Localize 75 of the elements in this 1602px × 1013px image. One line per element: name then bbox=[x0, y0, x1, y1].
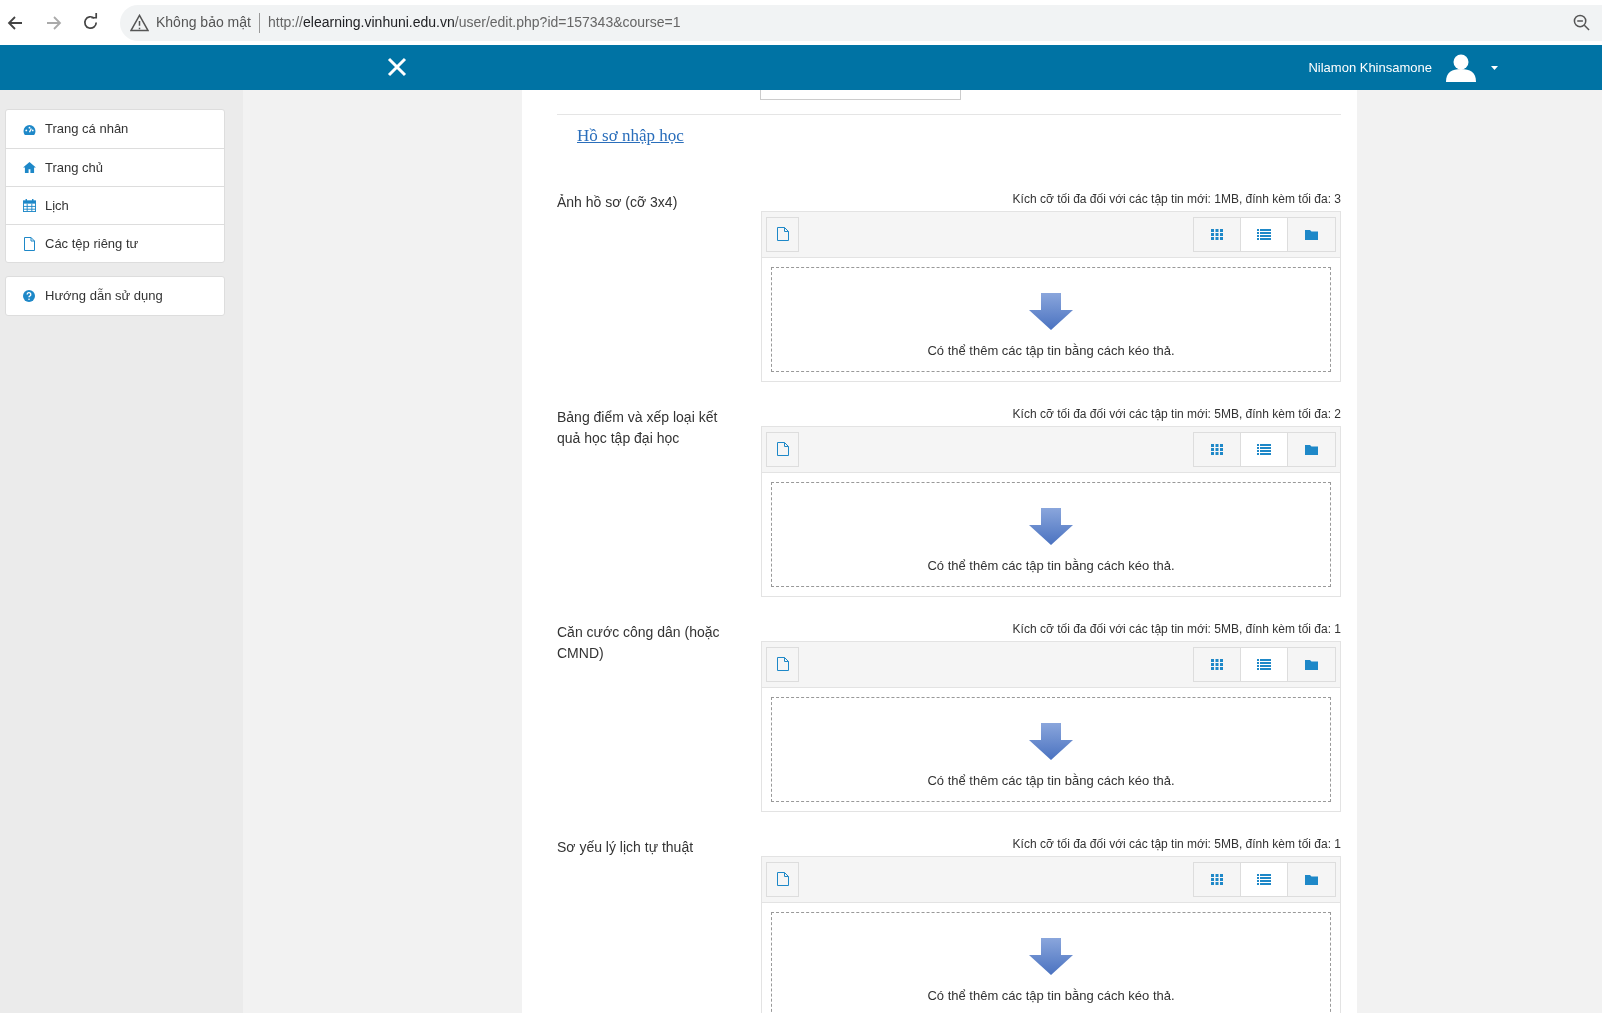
drop-zone[interactable]: Có thể thêm các tập tin bằng cách kéo thả. bbox=[771, 266, 1331, 372]
folder-icon bbox=[1305, 443, 1318, 455]
file-limit-note: Kích cỡ tối đa đối với các tập tin mới: 5MB, đính kèm tối đa: 2 bbox=[1012, 406, 1341, 422]
reload-icon[interactable] bbox=[81, 13, 100, 32]
icon-view-button[interactable] bbox=[1193, 646, 1241, 682]
sidebar-item[interactable]: Các tệp riêng tư bbox=[6, 224, 224, 262]
back-icon[interactable] bbox=[6, 13, 24, 32]
list-icon bbox=[1257, 873, 1271, 885]
icon-view-button[interactable] bbox=[1193, 861, 1241, 897]
list-view-button[interactable] bbox=[1241, 431, 1288, 467]
field-label: Căn cước công dân (hoặc CMND) bbox=[557, 622, 721, 663]
security-label: Không bảo mật bbox=[156, 13, 251, 32]
input-field[interactable] bbox=[760, 90, 961, 100]
file-icon bbox=[776, 657, 789, 671]
list-view-button[interactable] bbox=[1241, 216, 1288, 252]
file-icon bbox=[23, 236, 35, 251]
url-text[interactable]: http://elearning.vinhuni.edu.vn/user/edit.php?id=157343&course=1 bbox=[267, 12, 681, 33]
grid-icon bbox=[1211, 443, 1223, 455]
list-icon bbox=[1257, 658, 1271, 670]
grid-icon bbox=[1211, 228, 1223, 240]
sidebar-item[interactable]: Trang chủ bbox=[6, 148, 224, 186]
sidebar-item[interactable]: Trang cá nhân bbox=[6, 110, 224, 148]
list-view-button[interactable] bbox=[1241, 646, 1288, 682]
grid-icon bbox=[1211, 658, 1223, 670]
down-arrow-icon bbox=[1029, 507, 1073, 546]
sidebar-item[interactable]: Hướng dẫn sử dụng bbox=[6, 277, 224, 315]
down-arrow-icon bbox=[1029, 937, 1073, 976]
folder-icon bbox=[1305, 658, 1318, 670]
file-limit-note: Kích cỡ tối đa đối với các tập tin mới: 5MB, đính kèm tối đa: 1 bbox=[1012, 621, 1341, 637]
down-arrow-icon bbox=[1029, 722, 1073, 761]
file-icon bbox=[776, 872, 789, 886]
field-label: Bảng điểm và xếp loại kết quả học tập đại học bbox=[557, 407, 719, 448]
file-icon bbox=[776, 227, 789, 241]
home-icon bbox=[22, 162, 36, 173]
tree-view-button[interactable] bbox=[1288, 646, 1336, 682]
drop-hint: Có thể thêm các tập tin bằng cách kéo thả. bbox=[927, 771, 1175, 790]
tree-view-button[interactable] bbox=[1288, 216, 1336, 252]
field-label: Ảnh hồ sơ (cỡ 3x4) bbox=[557, 192, 679, 212]
drop-hint: Có thể thêm các tập tin bằng cách kéo thả. bbox=[927, 986, 1175, 1005]
field-label: Sơ yếu lý lịch tự thuật bbox=[557, 837, 695, 857]
section-link[interactable]: Hồ sơ nhập học bbox=[577, 123, 684, 149]
add-file-button[interactable] bbox=[766, 216, 799, 252]
address-bar[interactable]: Không bảo mật http://elearning.vinhuni.edu.vn/user/edit.php?id=157343&course=1 bbox=[120, 4, 1602, 41]
icon-view-button[interactable] bbox=[1193, 431, 1241, 467]
folder-icon bbox=[1305, 873, 1318, 885]
sidebar-item[interactable]: Lịch bbox=[6, 186, 224, 224]
down-arrow-icon bbox=[1029, 292, 1073, 331]
list-icon bbox=[1257, 228, 1271, 240]
dashboard-icon bbox=[22, 123, 36, 135]
icon-view-button[interactable] bbox=[1193, 216, 1241, 252]
calendar-icon bbox=[22, 199, 36, 212]
drop-zone[interactable]: Có thể thêm các tập tin bằng cách kéo thả. bbox=[771, 696, 1331, 802]
file-limit-note: Kích cỡ tối đa đối với các tập tin mới: 1MB, đính kèm tối đa: 3 bbox=[1012, 191, 1341, 207]
add-file-button[interactable] bbox=[766, 431, 799, 467]
add-file-button[interactable] bbox=[766, 861, 799, 897]
file-limit-note: Kích cỡ tối đa đối với các tập tin mới: 5MB, đính kèm tối đa: 1 bbox=[1012, 836, 1341, 852]
drop-zone[interactable]: Có thể thêm các tập tin bằng cách kéo thả. bbox=[771, 481, 1331, 587]
tree-view-button[interactable] bbox=[1288, 431, 1336, 467]
list-icon bbox=[1257, 443, 1271, 455]
file-icon bbox=[776, 442, 789, 456]
folder-icon bbox=[1305, 228, 1318, 240]
zoom-out-icon[interactable] bbox=[1573, 14, 1590, 31]
drop-zone[interactable]: Có thể thêm các tập tin bằng cách kéo thả. bbox=[771, 911, 1331, 1013]
drop-hint: Có thể thêm các tập tin bằng cách kéo thả. bbox=[927, 556, 1175, 575]
help-icon bbox=[23, 290, 35, 302]
grid-icon bbox=[1211, 873, 1223, 885]
close-icon[interactable] bbox=[387, 57, 407, 77]
list-view-button[interactable] bbox=[1241, 861, 1288, 897]
caret-icon[interactable] bbox=[1491, 65, 1498, 70]
user-name[interactable]: Nilamon Khinsamone bbox=[1308, 57, 1432, 78]
drop-hint: Có thể thêm các tập tin bằng cách kéo thả. bbox=[927, 341, 1175, 360]
warning-icon bbox=[130, 13, 149, 32]
tree-view-button[interactable] bbox=[1288, 861, 1336, 897]
forward-icon[interactable] bbox=[45, 13, 63, 32]
add-file-button[interactable] bbox=[766, 646, 799, 682]
